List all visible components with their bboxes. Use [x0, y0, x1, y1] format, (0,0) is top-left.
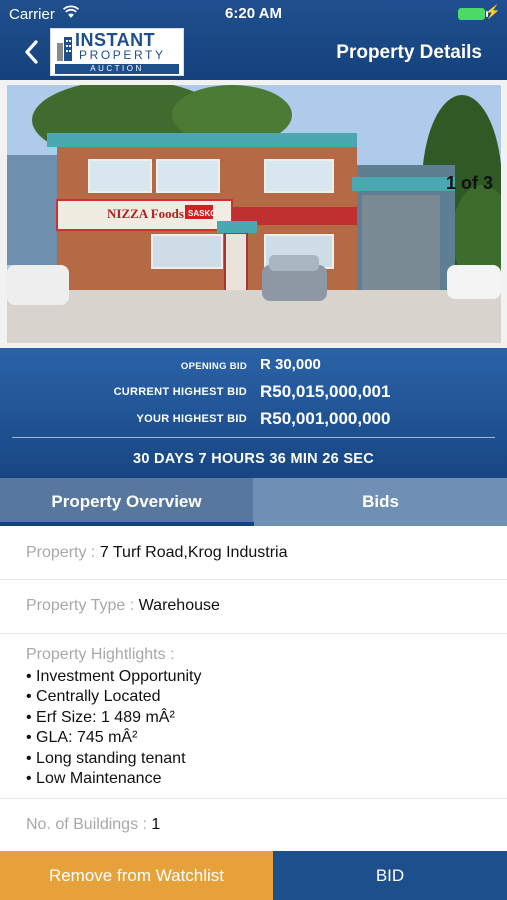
chevron-left-icon	[25, 40, 38, 64]
property-label: Property :	[26, 544, 96, 561]
your-bid-row: YOUR HIGHEST BID R50,001,000,000	[0, 409, 507, 431]
image-counter: 1 of 3	[445, 173, 493, 193]
tab-bids[interactable]: Bids	[254, 478, 507, 526]
property-type-value: Warehouse	[138, 597, 220, 614]
current-bid-row: CURRENT HIGHEST BID R50,015,000,001	[0, 382, 507, 404]
property-value: 7 Turf Road,Krog Industria	[99, 544, 288, 561]
property-type-row: Property Type : Warehouse	[0, 580, 507, 634]
buildings-value: 1	[151, 816, 161, 833]
highlights-label: Property Hightlights :	[26, 646, 175, 663]
clock: 6:20 AM	[225, 5, 282, 22]
shop-sign-sub: SASKO	[188, 209, 216, 218]
charging-bolt-icon: ⚡	[484, 4, 501, 19]
page-title: Property Details	[336, 42, 482, 63]
building-logo-icon	[57, 37, 72, 61]
status-bar: Carrier 6:20 AM ⚡	[0, 0, 507, 28]
property-photo-illustration: NIZZA Foods SASKO	[7, 85, 501, 343]
buildings-label: No. of Buildings :	[26, 816, 147, 833]
back-button[interactable]	[22, 38, 42, 66]
property-highlights-row: Property Hightlights : Investment Opport…	[0, 634, 507, 799]
remove-from-watchlist-button[interactable]: Remove from Watchlist	[0, 851, 273, 900]
buildings-row: No. of Buildings : 1	[0, 799, 507, 851]
property-type-label: Property Type :	[26, 597, 135, 614]
list-item: Centrally Located	[26, 687, 201, 707]
your-bid-value: R50,001,000,000	[260, 409, 391, 428]
action-bar: Remove from Watchlist BID	[0, 851, 507, 900]
list-item: Erf Size: 1 489 mÂ²	[26, 708, 201, 728]
list-item: Low Maintenance	[26, 769, 201, 789]
shop-sign-text: NIZZA Foods	[107, 206, 184, 221]
opening-bid-value: R 30,000	[260, 356, 321, 373]
list-item: Long standing tenant	[26, 749, 201, 769]
list-item: GLA: 745 mÂ²	[26, 728, 201, 748]
current-bid-value: R50,015,000,001	[260, 382, 391, 401]
photo-gallery[interactable]: NIZZA Foods SASKO 1 of 3	[0, 80, 507, 348]
property-address-row: Property : 7 Turf Road,Krog Industria	[0, 526, 507, 580]
app-logo: INSTANT PROPERTY AUCTION	[50, 28, 184, 76]
battery-icon	[458, 8, 485, 20]
tab-property-overview[interactable]: Property Overview	[0, 478, 253, 526]
property-photo[interactable]: NIZZA Foods SASKO	[7, 85, 501, 343]
highlights-list: Investment Opportunity Centrally Located…	[26, 667, 201, 789]
tab-bar: Property Overview Bids	[0, 478, 507, 526]
navigation-bar: Carrier 6:20 AM ⚡ INSTANT PROPERTY AUCTI…	[0, 0, 507, 80]
your-bid-label: YOUR HIGHEST BID	[136, 413, 247, 425]
current-bid-label: CURRENT HIGHEST BID	[113, 386, 247, 398]
logo-line-3: AUCTION	[55, 64, 179, 74]
bid-summary-panel: OPENING BID R 30,000 CURRENT HIGHEST BID…	[0, 348, 507, 478]
divider	[12, 437, 495, 438]
countdown-timer: 30 DAYS 7 HOURS 36 MIN 26 SEC	[132, 451, 375, 467]
opening-bid-label: OPENING BID	[180, 361, 247, 372]
opening-bid-row: OPENING BID R 30,000	[0, 356, 507, 378]
property-overview-content[interactable]: Property : 7 Turf Road,Krog Industria Pr…	[0, 526, 507, 851]
list-item: Investment Opportunity	[26, 667, 201, 687]
bid-button[interactable]: BID	[273, 851, 507, 900]
logo-line-2: PROPERTY	[79, 48, 166, 62]
